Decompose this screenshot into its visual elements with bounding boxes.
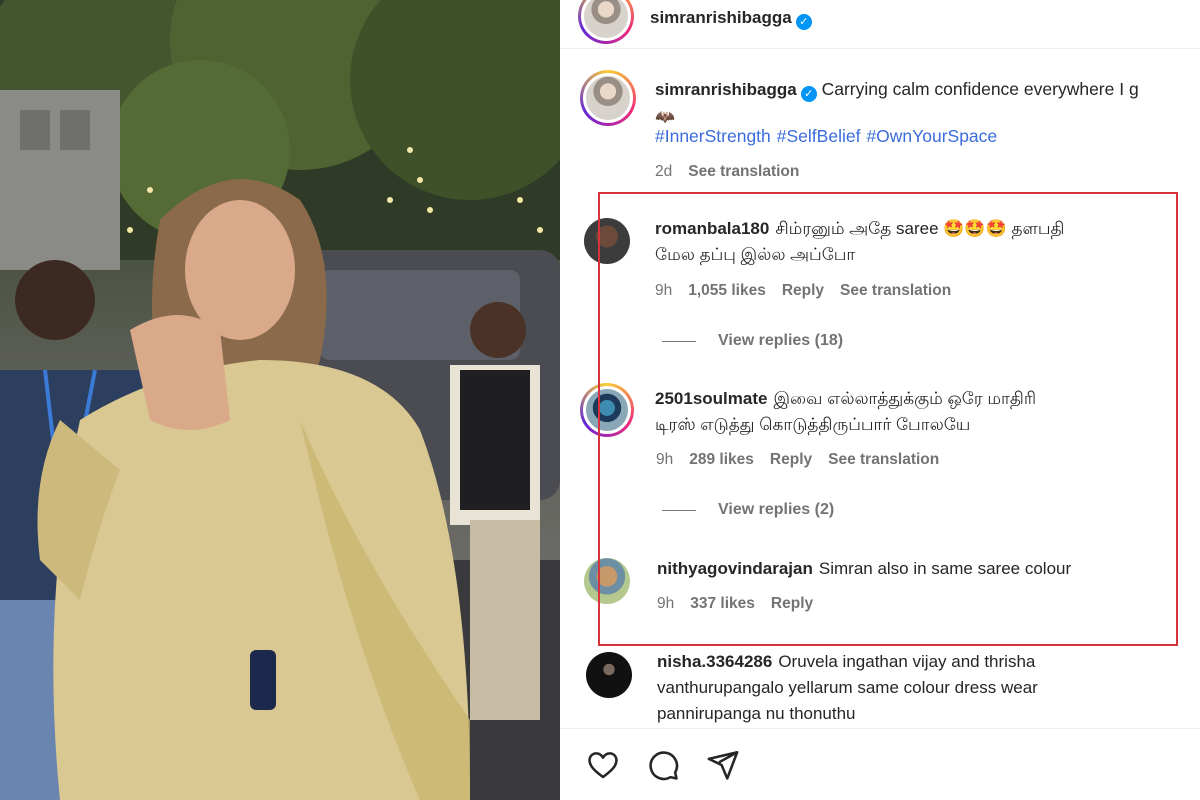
comment-icon[interactable] xyxy=(646,748,680,782)
caption-time: 2d xyxy=(655,163,673,180)
heart-icon[interactable] xyxy=(586,748,620,782)
caption-author-username[interactable]: simranrishibagga xyxy=(655,80,797,99)
comment-body-line: Oruvela ingathan vijay and thrisha xyxy=(778,652,1036,671)
actions-divider xyxy=(560,728,1200,729)
post-photo xyxy=(0,0,560,800)
commenter-username[interactable]: nisha.3364286 xyxy=(657,652,772,671)
commenter-avatar[interactable] xyxy=(586,652,632,698)
caption-hashtags: #InnerStrength #SelfBelief #OwnYourSpace xyxy=(655,126,1003,147)
header-divider xyxy=(560,48,1200,49)
caption-author-avatar[interactable] xyxy=(580,70,636,126)
hashtag-link[interactable]: #InnerStrength xyxy=(655,126,771,146)
post-actions xyxy=(586,748,740,782)
photo-illustration xyxy=(0,0,560,800)
author-username-text[interactable]: simranrishibagga xyxy=(650,8,792,27)
caption-text: simranrishibagga ✓ Carrying calm confiden… xyxy=(655,76,1200,131)
share-icon[interactable] xyxy=(706,748,740,782)
comment-body-line: vanthurupangalo yellarum same colour dre… xyxy=(657,678,1038,697)
verified-badge-icon: ✓ xyxy=(800,86,817,102)
hashtag-link[interactable]: #SelfBelief xyxy=(777,126,861,146)
caption-body: Carrying calm confidence everywhere I g xyxy=(821,79,1139,99)
verified-badge-icon: ✓ xyxy=(795,14,812,30)
author-avatar[interactable] xyxy=(578,0,634,44)
hashtag-link[interactable]: #OwnYourSpace xyxy=(866,126,997,146)
post-header: simranrishibagga ✓ xyxy=(578,0,812,44)
comment-text: nisha.3364286 Oruvela ingathan vijay and … xyxy=(657,649,1177,727)
highlight-box xyxy=(598,192,1178,646)
caption-meta: 2d See translation xyxy=(655,163,799,181)
comment-body-line: pannirupanga nu thonuthu xyxy=(657,704,856,723)
caption-see-translation[interactable]: See translation xyxy=(688,163,799,181)
author-username[interactable]: simranrishibagga ✓ xyxy=(650,8,812,30)
